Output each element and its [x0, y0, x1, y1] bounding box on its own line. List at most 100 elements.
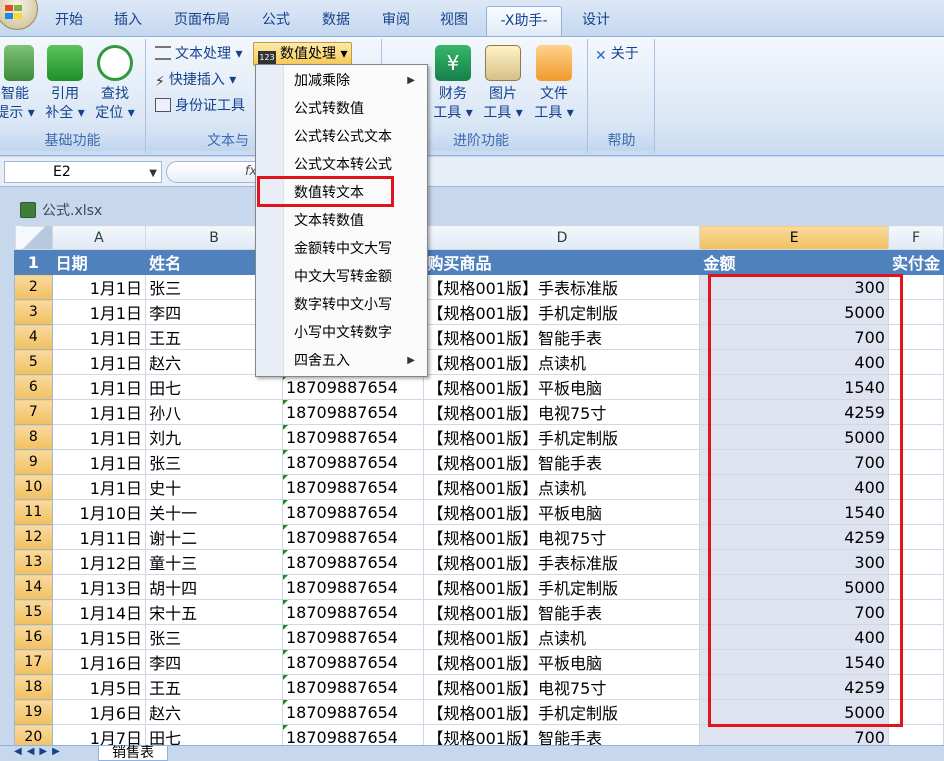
date-cell[interactable]: 1月14日 — [51, 599, 147, 625]
tab-data[interactable]: 数据 — [308, 6, 364, 36]
phone-cell[interactable]: 18709887654 — [281, 424, 425, 450]
date-cell[interactable]: 1月5日 — [51, 674, 147, 700]
paid-cell[interactable] — [887, 599, 944, 625]
amount-cell[interactable]: 4259 — [699, 524, 889, 550]
amount-cell[interactable]: 5000 — [699, 424, 889, 450]
header-cell[interactable]: 购买商品 — [423, 249, 701, 275]
menu-item-amount-to-chinese[interactable]: 金额转中文大写 — [256, 237, 427, 261]
amount-cell[interactable]: 700 — [699, 599, 889, 625]
tab-formulas[interactable]: 公式 — [248, 6, 304, 36]
amount-cell[interactable]: 1540 — [699, 499, 889, 525]
product-cell[interactable]: 【规格001版】点读机 — [423, 349, 701, 375]
amount-cell[interactable]: 1540 — [699, 374, 889, 400]
row-number[interactable]: 3 — [14, 299, 53, 325]
name-cell[interactable]: 刘九 — [145, 424, 283, 450]
quick-insert-button[interactable]: ⚡ 快捷插入 ▾ — [155, 69, 236, 91]
amount-cell[interactable]: 400 — [699, 624, 889, 650]
chevron-down-icon[interactable]: ▼ — [149, 164, 157, 184]
row-number[interactable]: 10 — [14, 474, 53, 500]
paid-cell[interactable] — [887, 549, 944, 575]
menu-item-text-to-number[interactable]: 文本转数值 — [256, 209, 427, 233]
phone-cell[interactable]: 18709887654 — [281, 449, 425, 475]
paid-cell[interactable] — [887, 624, 944, 650]
name-cell[interactable]: 史十 — [145, 474, 283, 500]
row-number[interactable]: 12 — [14, 524, 53, 550]
col-header-f[interactable]: F — [887, 225, 944, 250]
phone-cell[interactable]: 18709887654 — [281, 724, 425, 745]
amount-cell[interactable]: 300 — [699, 274, 889, 300]
date-cell[interactable]: 1月1日 — [51, 274, 147, 300]
numeric-process-dropdown[interactable]: 123 数值处理 ▾ — [253, 42, 353, 66]
finance-tool-button[interactable]: ¥ 财务 工具 ▾ — [428, 43, 478, 123]
phone-cell[interactable]: 18709887654 — [281, 699, 425, 725]
row-number[interactable]: 20 — [14, 724, 53, 745]
paid-cell[interactable] — [887, 724, 944, 745]
menu-item-formula-to-text[interactable]: 公式转公式文本 — [256, 125, 427, 149]
product-cell[interactable]: 【规格001版】平板电脑 — [423, 374, 701, 400]
menu-item-digit-to-chinese[interactable]: 数字转中文小写 — [256, 293, 427, 317]
phone-cell[interactable]: 18709887654 — [281, 624, 425, 650]
date-cell[interactable]: 1月1日 — [51, 399, 147, 425]
product-cell[interactable]: 【规格001版】手机定制版 — [423, 699, 701, 725]
menu-item-formula-to-value[interactable]: 公式转数值 — [256, 97, 427, 121]
paid-cell[interactable] — [887, 524, 944, 550]
date-cell[interactable]: 1月1日 — [51, 299, 147, 325]
product-cell[interactable]: 【规格001版】手机定制版 — [423, 424, 701, 450]
amount-cell[interactable]: 4259 — [699, 674, 889, 700]
phone-cell[interactable]: 18709887654 — [281, 474, 425, 500]
date-cell[interactable]: 1月16日 — [51, 649, 147, 675]
fx-button[interactable]: fx — [166, 161, 266, 183]
date-cell[interactable]: 1月7日 — [51, 724, 147, 745]
row-number[interactable]: 19 — [14, 699, 53, 725]
row-number[interactable]: 1 — [14, 249, 53, 275]
paid-cell[interactable] — [887, 449, 944, 475]
product-cell[interactable]: 【规格001版】智能手表 — [423, 449, 701, 475]
name-box[interactable]: E2 ▼ — [4, 161, 162, 183]
amount-cell[interactable]: 700 — [699, 449, 889, 475]
row-number[interactable]: 11 — [14, 499, 53, 525]
paid-cell[interactable] — [887, 374, 944, 400]
product-cell[interactable]: 【规格001版】点读机 — [423, 474, 701, 500]
phone-cell[interactable]: 18709887654 — [281, 574, 425, 600]
ref-complete-button[interactable]: 引用 补全 ▾ — [40, 43, 90, 123]
paid-cell[interactable] — [887, 649, 944, 675]
product-cell[interactable]: 【规格001版】手机定制版 — [423, 574, 701, 600]
date-cell[interactable]: 1月12日 — [51, 549, 147, 575]
smart-hint-button[interactable]: 智能 提示 ▾ — [0, 43, 40, 123]
date-cell[interactable]: 1月1日 — [51, 424, 147, 450]
product-cell[interactable]: 【规格001版】手表标准版 — [423, 549, 701, 575]
image-tool-button[interactable]: 图片 工具 ▾ — [478, 43, 528, 123]
amount-cell[interactable]: 1540 — [699, 649, 889, 675]
row-number[interactable]: 5 — [14, 349, 53, 375]
row-number[interactable]: 4 — [14, 324, 53, 350]
tab-review[interactable]: 审阅 — [368, 6, 424, 36]
name-cell[interactable]: 谢十二 — [145, 524, 283, 550]
col-header-e[interactable]: E — [699, 225, 889, 250]
name-cell[interactable]: 田七 — [145, 374, 283, 400]
tab-page-layout[interactable]: 页面布局 — [162, 6, 242, 36]
paid-cell[interactable] — [887, 474, 944, 500]
name-cell[interactable]: 李四 — [145, 649, 283, 675]
spreadsheet-grid[interactable]: A B C D E F 1日期姓名购买商品金额实付金21月1日张三1870988… — [14, 225, 944, 745]
name-cell[interactable]: 孙八 — [145, 399, 283, 425]
phone-cell[interactable]: 18709887654 — [281, 524, 425, 550]
product-cell[interactable]: 【规格001版】平板电脑 — [423, 499, 701, 525]
amount-cell[interactable]: 5000 — [699, 574, 889, 600]
paid-cell[interactable] — [887, 274, 944, 300]
date-cell[interactable]: 1月10日 — [51, 499, 147, 525]
paid-cell[interactable] — [887, 399, 944, 425]
tab-insert[interactable]: 插入 — [100, 6, 156, 36]
id-card-tool-button[interactable]: 身份证工具 — [155, 95, 245, 117]
tab-view[interactable]: 视图 — [426, 6, 482, 36]
find-locate-button[interactable]: 查找 定位 ▾ — [90, 43, 140, 123]
phone-cell[interactable]: 18709887654 — [281, 549, 425, 575]
amount-cell[interactable]: 4259 — [699, 399, 889, 425]
paid-cell[interactable] — [887, 349, 944, 375]
row-number[interactable]: 6 — [14, 374, 53, 400]
product-cell[interactable]: 【规格001版】手机定制版 — [423, 299, 701, 325]
date-cell[interactable]: 1月15日 — [51, 624, 147, 650]
name-cell[interactable]: 童十三 — [145, 549, 283, 575]
menu-item-round[interactable]: 四舍五入 ▶ — [256, 349, 427, 373]
product-cell[interactable]: 【规格001版】智能手表 — [423, 324, 701, 350]
phone-cell[interactable]: 18709887654 — [281, 599, 425, 625]
